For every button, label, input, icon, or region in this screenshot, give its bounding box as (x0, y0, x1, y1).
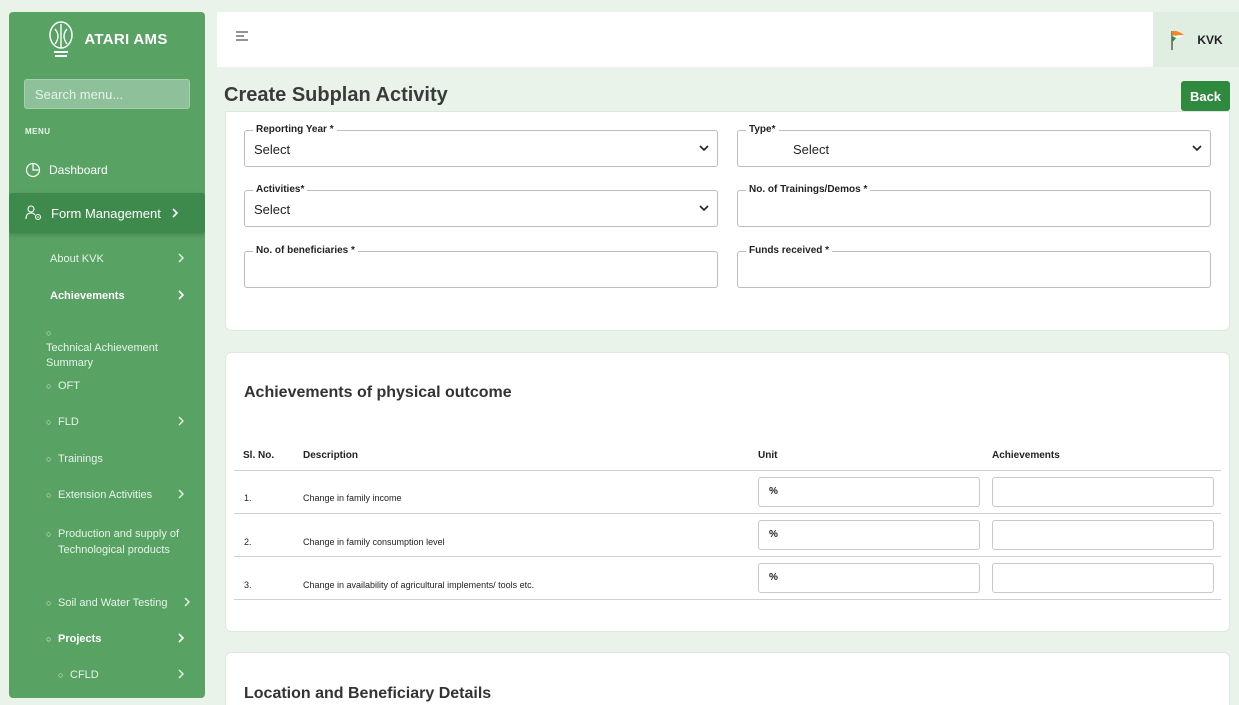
row-sl: 3. (244, 580, 252, 590)
achievement-input[interactable] (992, 477, 1214, 507)
hamburger-icon[interactable] (235, 29, 249, 43)
circle-bullet-icon: ○ (46, 417, 52, 427)
header-sl-no: Sl. No. (243, 450, 275, 461)
sidebar-item-label: Dashboard (49, 163, 108, 177)
table-divider (234, 470, 1221, 471)
unit-input[interactable]: % (758, 563, 980, 593)
row-sl: 2. (244, 537, 252, 547)
brand[interactable]: ATARI AMS (9, 12, 205, 67)
search-menu-input[interactable]: Search menu... (24, 79, 190, 109)
row-description: Change in availability of agricultural i… (303, 580, 535, 590)
sidebar-item-label: CFLD (70, 669, 99, 681)
header-achievements: Achievements (992, 450, 1060, 461)
sidebar-item-production-supply[interactable]: ○ Production and supply of Technological … (9, 526, 205, 558)
user-menu[interactable]: KVK (1153, 12, 1239, 67)
field-label: Activities* (253, 184, 308, 195)
sidebar-item-soil-water-testing[interactable]: ○ Soil and Water Testing (9, 597, 205, 609)
sidebar-item-label: Technical Achievement Summary (46, 342, 158, 369)
table-divider (234, 513, 1221, 514)
sidebar: ATARI AMS Search menu... MENU Dashboard … (9, 12, 205, 698)
chevron-right-icon (184, 597, 190, 607)
menu-heading: MENU (25, 127, 51, 136)
sidebar-item-technical-achievement-summary[interactable]: ○ Technical Achievement Summary (9, 326, 189, 371)
circle-bullet-icon: ○ (46, 634, 52, 644)
header-unit: Unit (758, 450, 778, 461)
sidebar-item-dashboard[interactable]: Dashboard (9, 160, 205, 180)
sidebar-item-label: Soil and Water Testing (58, 597, 168, 609)
circle-bullet-icon: ○ (46, 454, 52, 464)
sidebar-item-fld[interactable]: ○ FLD (9, 416, 205, 428)
sidebar-item-label: FLD (58, 416, 79, 428)
chevron-down-icon (1192, 145, 1202, 152)
circle-bullet-icon: ○ (46, 381, 52, 391)
funds-received-input[interactable]: Funds received * (737, 245, 1211, 288)
sidebar-item-label: Projects (58, 633, 102, 645)
circle-bullet-icon: ○ (58, 670, 64, 680)
sidebar-item-label: Production and supply of Technological p… (58, 528, 180, 556)
user-label: KVK (1197, 32, 1223, 47)
chevron-down-icon (699, 205, 709, 212)
sidebar-item-extension-activities[interactable]: ○ Extension Activities (9, 489, 205, 501)
sidebar-item-oft[interactable]: ○ OFT (9, 380, 205, 392)
topbar: KVK (217, 12, 1239, 67)
circle-bullet-icon: ○ (46, 598, 52, 608)
field-value: Select (793, 142, 830, 157)
reporting-year-select[interactable]: Reporting Year * Select (244, 124, 718, 167)
chevron-right-icon (178, 416, 184, 426)
type-select[interactable]: Type* Select (737, 124, 1211, 167)
chevron-right-icon (178, 253, 184, 263)
circle-bullet-icon: ○ (46, 529, 52, 539)
sidebar-item-form-management[interactable]: Form Management (9, 193, 205, 233)
achievement-input[interactable] (992, 520, 1214, 550)
sidebar-item-label: Form Management (51, 205, 161, 221)
back-button[interactable]: Back (1181, 81, 1230, 111)
location-title: Location and Beneficiary Details (244, 685, 492, 702)
chevron-right-icon (178, 290, 185, 300)
circle-bullet-icon: ○ (46, 328, 52, 338)
sidebar-item-label: Extension Activities (58, 489, 153, 501)
row-description: Change in family income (303, 493, 402, 503)
table-divider (234, 599, 1221, 600)
sidebar-item-label: Achievements (50, 290, 125, 302)
beneficiaries-input[interactable]: No. of beneficiaries * (244, 245, 718, 288)
sidebar-item-trainings[interactable]: ○ Trainings (9, 453, 205, 465)
sidebar-item-projects[interactable]: ○ Projects (9, 633, 205, 645)
brand-name: ATARI AMS (84, 31, 168, 48)
unit-input[interactable]: % (758, 520, 980, 550)
sidebar-item-about-kvk[interactable]: About KVK (9, 253, 205, 265)
emblem-logo (49, 20, 74, 57)
chevron-right-icon (178, 489, 184, 499)
flag-icon (1171, 30, 1185, 50)
chevron-right-icon (178, 633, 185, 643)
row-description: Change in family consumption level (303, 537, 445, 547)
sidebar-item-achievements[interactable]: Achievements (9, 290, 205, 302)
pie-chart-icon (25, 162, 41, 178)
achievement-input[interactable] (992, 563, 1214, 593)
field-label: Type* (746, 124, 779, 135)
trainings-demos-input[interactable]: No. of Trainings/Demos * (737, 184, 1211, 227)
unit-input[interactable]: % (758, 477, 980, 507)
chevron-right-icon (178, 669, 184, 679)
field-value: Select (254, 202, 291, 217)
page-title: Create Subplan Activity (224, 84, 448, 106)
sidebar-item-label: OFT (58, 380, 80, 392)
row-sl: 1. (244, 493, 252, 503)
field-label: Funds received * (746, 245, 833, 256)
field-label: No. of beneficiaries * (253, 245, 358, 256)
sidebar-item-label: About KVK (50, 253, 104, 265)
header-description: Description (303, 450, 359, 461)
sidebar-item-label: Trainings (58, 453, 103, 465)
circle-bullet-icon: ○ (46, 490, 52, 500)
chevron-right-icon (172, 208, 179, 218)
activities-select[interactable]: Activities* Select (244, 184, 718, 227)
field-label: No. of Trainings/Demos * (746, 184, 871, 195)
field-label: Reporting Year * (253, 124, 337, 135)
field-value: Select (254, 142, 291, 157)
sidebar-item-cfld[interactable]: ○ CFLD (9, 669, 205, 681)
outcomes-title: Achievements of physical outcome (244, 384, 512, 401)
users-gear-icon (25, 205, 42, 221)
chevron-down-icon (699, 145, 709, 152)
table-divider (234, 556, 1221, 557)
